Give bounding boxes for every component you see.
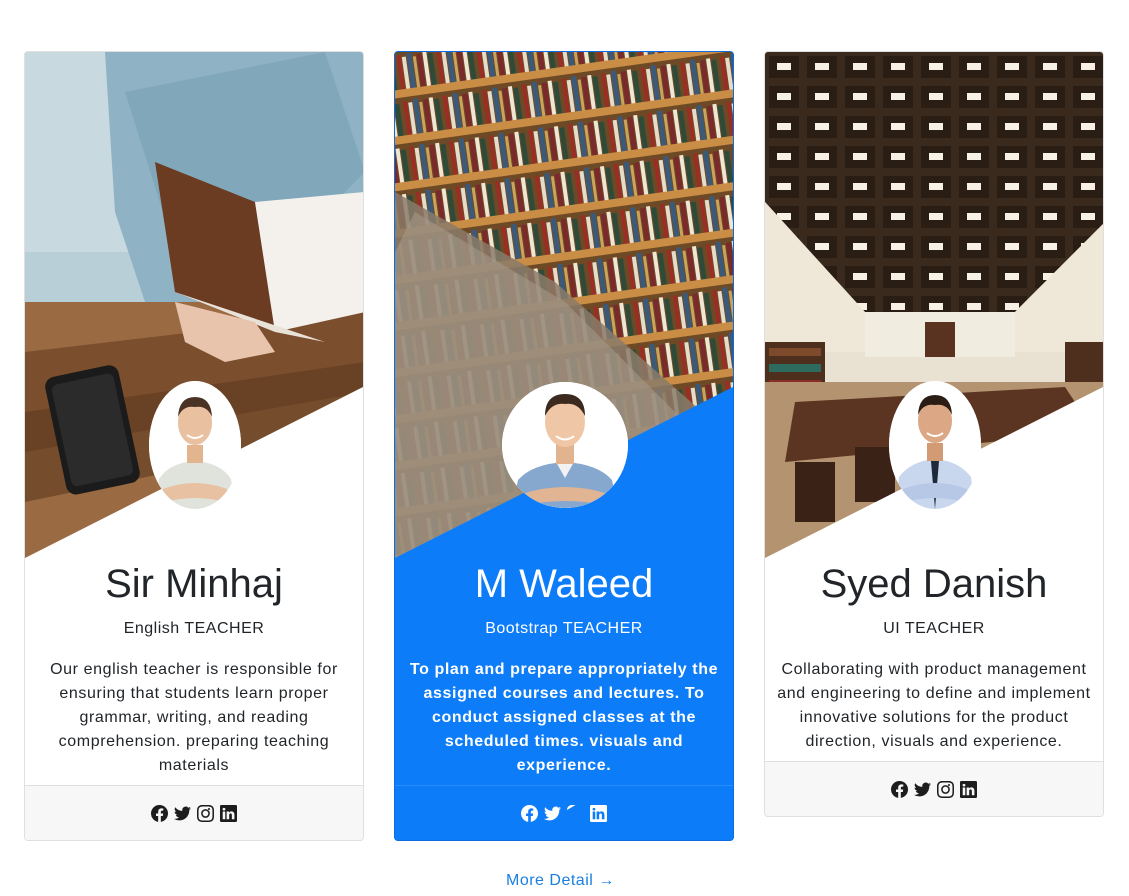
social-links	[395, 785, 733, 840]
linkedin-icon[interactable]	[960, 780, 977, 798]
teacher-avatar	[502, 382, 628, 508]
teacher-card-sir-minhaj: Sir Minhaj English TEACHER Our english t…	[24, 51, 364, 841]
teacher-card-photo	[25, 52, 363, 558]
teacher-card-photo	[395, 52, 733, 558]
teacher-name: M Waleed	[474, 562, 654, 606]
teacher-role: Bootstrap TEACHER	[485, 620, 643, 637]
linkedin-icon[interactable]	[220, 804, 237, 822]
social-links	[25, 785, 363, 840]
twitter-icon[interactable]	[174, 805, 191, 822]
teacher-avatar	[889, 381, 981, 509]
teacher-card-photo	[765, 52, 1103, 558]
teacher-description: To plan and prepare appropriately the as…	[409, 661, 719, 774]
facebook-icon[interactable]	[151, 804, 168, 822]
teacher-name: Syed Danish	[820, 562, 1048, 606]
teacher-name: Sir Minhaj	[105, 562, 283, 606]
teacher-card-m-waleed: M Waleed Bootstrap TEACHER To plan and p…	[394, 51, 734, 841]
twitter-icon[interactable]	[544, 805, 561, 822]
teacher-card-body: M Waleed Bootstrap TEACHER To plan and p…	[395, 558, 733, 785]
teacher-description: Collaborating with product management an…	[777, 661, 1091, 750]
instagram-icon[interactable]	[937, 780, 954, 798]
teacher-role: English TEACHER	[123, 620, 265, 637]
facebook-icon[interactable]	[891, 780, 908, 798]
instagram-icon[interactable]	[197, 804, 214, 822]
teacher-card-body: Sir Minhaj English TEACHER Our english t…	[25, 558, 363, 785]
teacher-card-syed-danish: Syed Danish UI TEACHER Collaborating wit…	[764, 51, 1104, 817]
instagram-icon[interactable]	[567, 804, 584, 822]
teacher-card-body: Syed Danish UI TEACHER Collaborating wit…	[765, 558, 1103, 761]
teacher-role: UI TEACHER	[883, 620, 985, 637]
facebook-icon[interactable]	[521, 804, 538, 822]
more-detail-link[interactable]: More Detail →	[506, 872, 615, 890]
social-links	[765, 761, 1103, 816]
twitter-icon[interactable]	[914, 781, 931, 798]
teacher-description: Our english teacher is responsible for e…	[50, 661, 338, 774]
linkedin-icon[interactable]	[590, 804, 607, 822]
teacher-avatar	[149, 381, 241, 509]
